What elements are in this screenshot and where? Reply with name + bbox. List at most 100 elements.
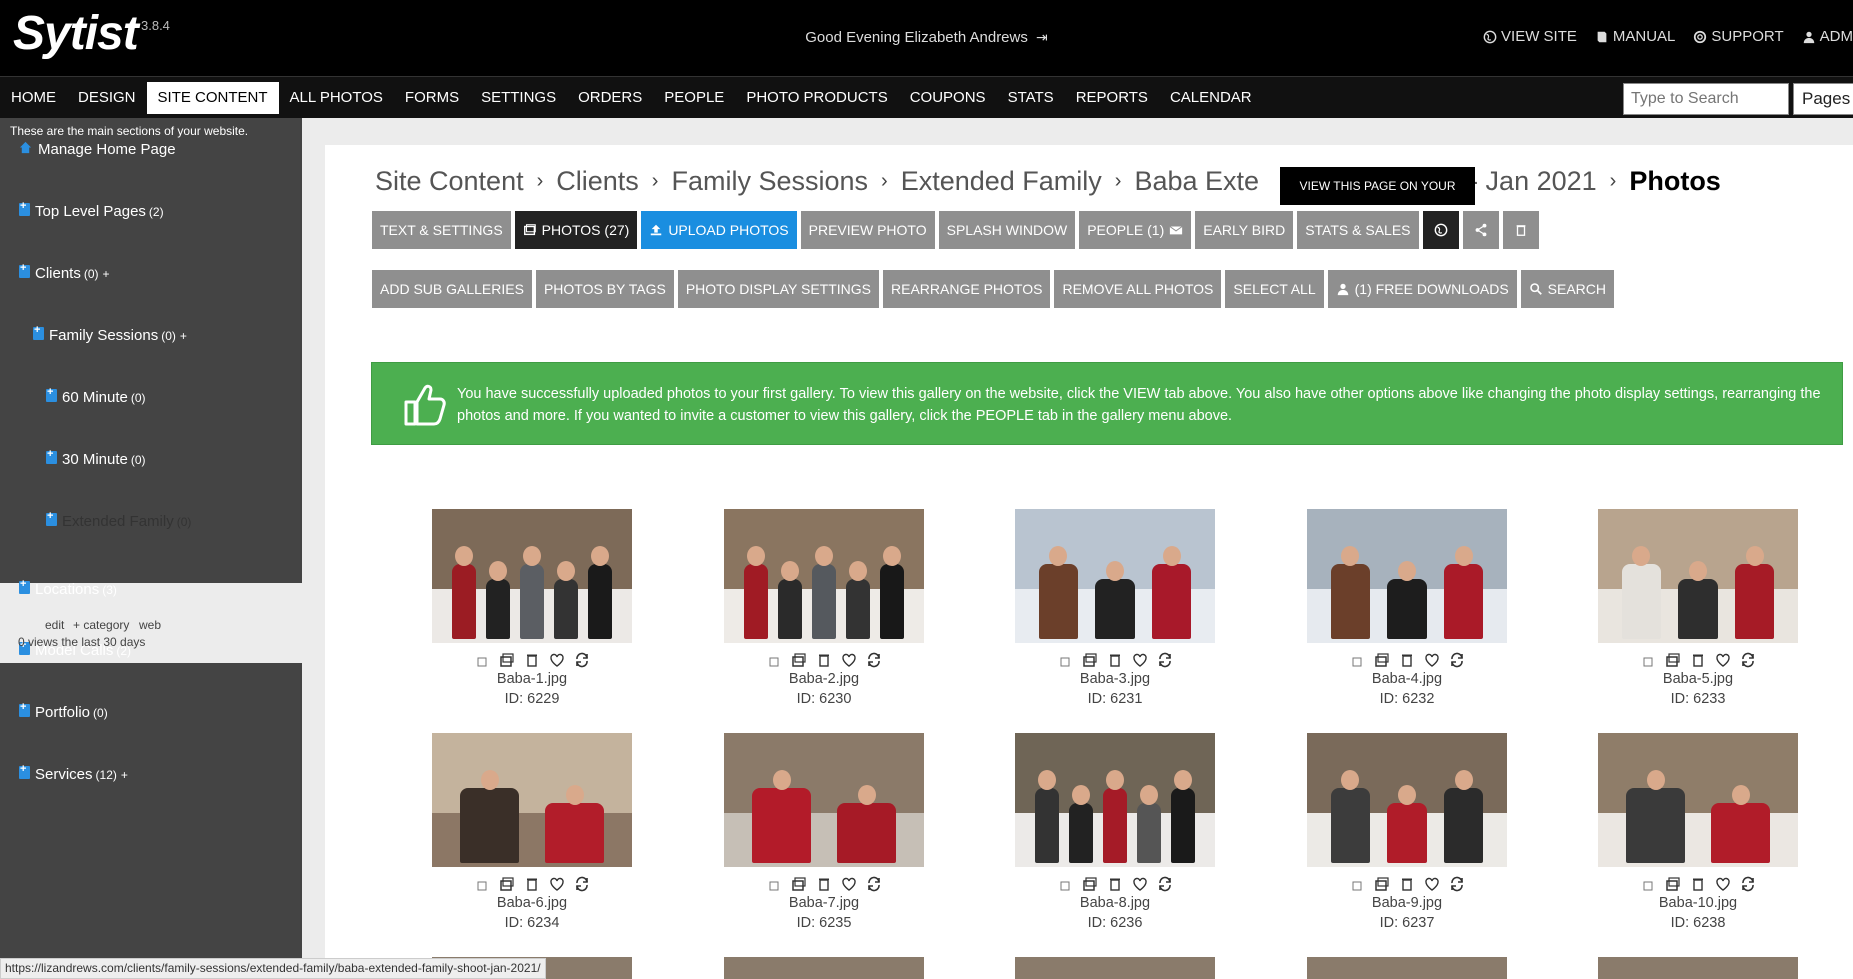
breadcrumb-link[interactable]: - Jan 2021 — [1469, 166, 1597, 197]
photo-filename[interactable]: Baba-10.jpg — [1598, 895, 1798, 915]
text-settings-button[interactable]: TEXT & SETTINGS — [372, 211, 511, 249]
photo-thumbnail[interactable] — [1598, 509, 1798, 643]
heart-icon[interactable] — [1424, 876, 1440, 892]
photo-thumbnail-partial[interactable] — [1015, 957, 1215, 979]
heart-icon[interactable] — [549, 652, 565, 668]
nav-item-design[interactable]: DESIGN — [67, 82, 147, 114]
view-on-website-button[interactable] — [1422, 211, 1459, 249]
trash-icon[interactable] — [816, 876, 832, 892]
photos-icon[interactable] — [791, 652, 807, 668]
nav-item-calendar[interactable]: CALENDAR — [1159, 82, 1263, 114]
sidebar-item-expand[interactable]: + — [180, 329, 187, 343]
early-bird-button[interactable]: EARLY BIRD — [1195, 211, 1294, 249]
photo-filename[interactable]: Baba-1.jpg — [432, 671, 632, 691]
trash-icon[interactable] — [1399, 652, 1415, 668]
refresh-icon[interactable] — [866, 876, 882, 892]
nav-item-reports[interactable]: REPORTS — [1065, 82, 1159, 114]
checkbox-icon[interactable] — [474, 652, 490, 668]
delete-gallery-button[interactable] — [1502, 211, 1539, 249]
photo-thumbnail[interactable] — [432, 509, 632, 643]
nav-item-home[interactable]: HOME — [0, 82, 67, 114]
refresh-icon[interactable] — [866, 652, 882, 668]
photo-thumbnail-partial[interactable] — [1307, 957, 1507, 979]
refresh-icon[interactable] — [1449, 876, 1465, 892]
nav-item-forms[interactable]: FORMS — [394, 82, 470, 114]
refresh-icon[interactable] — [574, 876, 590, 892]
logout-icon[interactable]: ⇥ — [1036, 29, 1048, 45]
photo-filename[interactable]: Baba-9.jpg — [1307, 895, 1507, 915]
preview-photo-button[interactable]: PREVIEW PHOTO — [800, 211, 935, 249]
refresh-icon[interactable] — [1740, 652, 1756, 668]
photo-filename[interactable]: Baba-3.jpg — [1015, 671, 1215, 691]
photo-thumbnail[interactable] — [724, 733, 924, 867]
sidebar-item-family-sessions[interactable]: Family Sessions(0) + — [33, 324, 187, 344]
checkbox-icon[interactable] — [1057, 876, 1073, 892]
checkbox-icon[interactable] — [1057, 652, 1073, 668]
sidebar-item-extended-family[interactable]: Extended Family(0) — [46, 510, 191, 530]
upload-photos-button[interactable]: UPLOAD PHOTOS — [641, 211, 797, 249]
trash-icon[interactable] — [1690, 876, 1706, 892]
breadcrumb-link[interactable]: Extended Family — [901, 166, 1102, 197]
search-button[interactable]: SEARCH — [1520, 270, 1615, 308]
manual-link[interactable]: MANUAL — [1595, 28, 1675, 45]
photo-filename[interactable]: Baba-4.jpg — [1307, 671, 1507, 691]
refresh-icon[interactable] — [1449, 652, 1465, 668]
photo-filename[interactable]: Baba-6.jpg — [432, 895, 632, 915]
sidebar-item-top-level-pages[interactable]: Top Level Pages(2) — [19, 200, 164, 220]
checkbox-icon[interactable] — [1349, 652, 1365, 668]
nav-item-all-photos[interactable]: ALL PHOTOS — [279, 82, 394, 114]
sytist-logo[interactable]: Sytist — [13, 6, 139, 61]
sidebar-item-expand[interactable]: + — [121, 768, 128, 782]
photo-filename[interactable]: Baba-8.jpg — [1015, 895, 1215, 915]
photo-thumbnail[interactable] — [1598, 733, 1798, 867]
trash-icon[interactable] — [524, 652, 540, 668]
breadcrumb-link[interactable]: Clients — [556, 166, 639, 197]
heart-icon[interactable] — [841, 652, 857, 668]
photos-icon[interactable] — [1082, 876, 1098, 892]
sidebar-item-portfolio[interactable]: Portfolio(0) — [19, 701, 108, 721]
photos-icon[interactable] — [499, 652, 515, 668]
checkbox-icon[interactable] — [1640, 876, 1656, 892]
view-site-link[interactable]: VIEW SITE — [1483, 28, 1577, 45]
admin-link[interactable]: ADM — [1802, 28, 1853, 45]
trash-icon[interactable] — [1399, 876, 1415, 892]
photo-filename[interactable]: Baba-7.jpg — [724, 895, 924, 915]
photos-icon[interactable] — [791, 876, 807, 892]
heart-icon[interactable] — [1715, 652, 1731, 668]
sidebar-item-30-minute[interactable]: 30 Minute(0) — [46, 448, 146, 468]
sidebar-edit-link[interactable]: edit — [45, 618, 64, 632]
photos-icon[interactable] — [1665, 876, 1681, 892]
breadcrumb-link[interactable]: Family Sessions — [671, 166, 868, 197]
trash-icon[interactable] — [1107, 652, 1123, 668]
photos-icon[interactable] — [1374, 876, 1390, 892]
checkbox-icon[interactable] — [766, 876, 782, 892]
support-link[interactable]: SUPPORT — [1693, 28, 1784, 45]
share-button[interactable] — [1462, 211, 1499, 249]
pages-select[interactable]: Pages — [1793, 83, 1853, 115]
nav-item-people[interactable]: PEOPLE — [653, 82, 735, 114]
sidebar-item-60-minute[interactable]: 60 Minute(0) — [46, 386, 146, 406]
nav-item-stats[interactable]: STATS — [997, 82, 1065, 114]
heart-icon[interactable] — [1132, 876, 1148, 892]
sidebar-web-link[interactable]: web — [139, 618, 161, 632]
nav-item-orders[interactable]: ORDERS — [567, 82, 653, 114]
trash-icon[interactable] — [816, 652, 832, 668]
photos-tab[interactable]: PHOTOS (27) — [514, 211, 638, 249]
trash-icon[interactable] — [1107, 876, 1123, 892]
checkbox-icon[interactable] — [474, 876, 490, 892]
breadcrumb-link[interactable]: Baba Exte — [1134, 166, 1259, 197]
photo-filename[interactable]: Baba-2.jpg — [724, 671, 924, 691]
heart-icon[interactable] — [1715, 876, 1731, 892]
stats-sales-button[interactable]: STATS & SALES — [1297, 211, 1419, 249]
photo-thumbnail[interactable] — [1015, 509, 1215, 643]
refresh-icon[interactable] — [1157, 876, 1173, 892]
photo-filename[interactable]: Baba-5.jpg — [1598, 671, 1798, 691]
remove-all-photos-button[interactable]: REMOVE ALL PHOTOS — [1054, 270, 1222, 308]
photos-icon[interactable] — [499, 876, 515, 892]
photo-thumbnail[interactable] — [1015, 733, 1215, 867]
free-downloads-button[interactable]: (1) FREE DOWNLOADS — [1327, 270, 1517, 308]
select-all-button[interactable]: SELECT ALL — [1225, 270, 1324, 308]
checkbox-icon[interactable] — [766, 652, 782, 668]
photo-thumbnail[interactable] — [1307, 733, 1507, 867]
photos-icon[interactable] — [1082, 652, 1098, 668]
